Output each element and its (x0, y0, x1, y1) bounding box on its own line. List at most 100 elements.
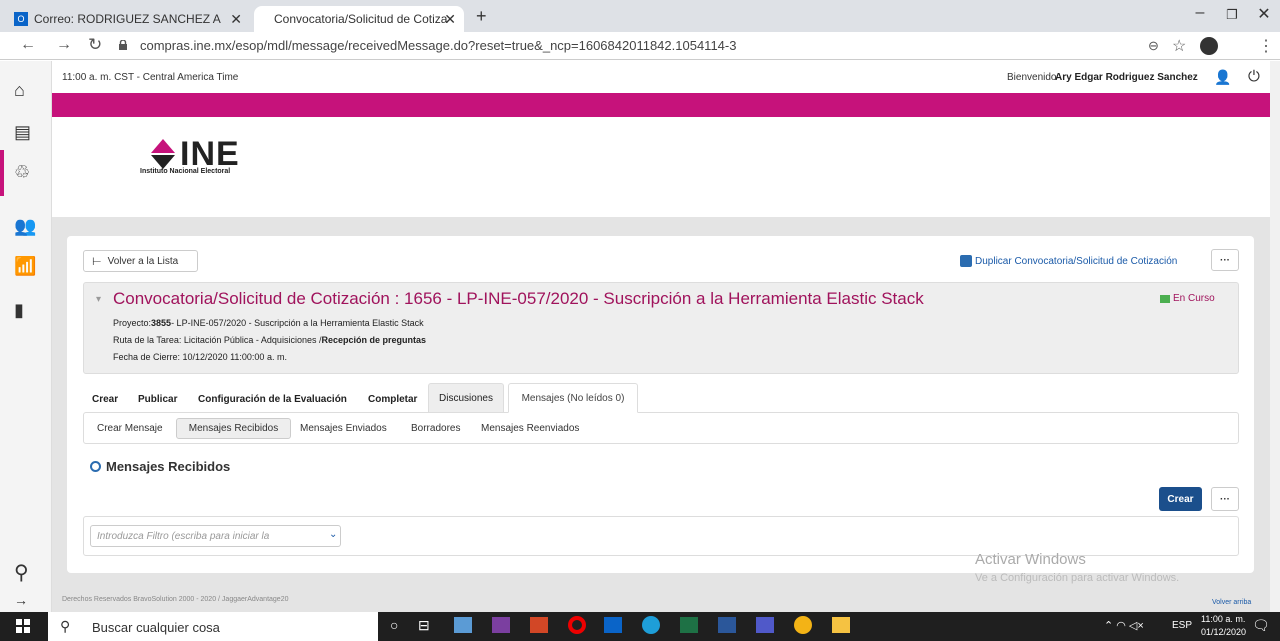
tab-publicar[interactable]: Publicar (138, 386, 177, 412)
back-to-list-label: Volver a la Lista (107, 255, 179, 267)
subnav-borradores[interactable]: Borradores (411, 423, 460, 434)
powerpoint-icon[interactable] (530, 617, 548, 633)
section-icon (90, 461, 101, 472)
subnav-mensajes-recibidos[interactable]: Mensajes Recibidos (176, 418, 291, 439)
tab-mail-label: Correo: RODRIGUEZ SANCHEZ A (34, 12, 221, 26)
project-line: Proyecto:3855- LP-INE-057/2020 - Suscrip… (113, 318, 424, 328)
opera-icon[interactable] (568, 616, 586, 634)
subnav-mensajes-enviados[interactable]: Mensajes Enviados (300, 423, 387, 434)
logo-subtitle: Instituto Nacional Electoral (140, 168, 231, 175)
star-icon[interactable]: ☆ (1172, 36, 1186, 56)
project-name: - LP-INE-057/2020 - Suscripción a la Her… (171, 318, 424, 328)
onenote-icon[interactable] (492, 617, 510, 633)
teams-icon[interactable] (756, 617, 774, 633)
power-icon[interactable]: ⏻ (1248, 68, 1260, 85)
clock-date[interactable]: 01/12/2020 (1201, 627, 1246, 637)
reload-icon[interactable]: ↻ (88, 35, 102, 55)
filter-placeholder: Introduzca Filtro (escriba para iniciar … (97, 531, 270, 542)
language-indicator[interactable]: ESP (1172, 620, 1192, 631)
profile-icon[interactable] (1200, 37, 1218, 55)
route-stage: Recepción de preguntas (321, 335, 426, 345)
dashboard-icon[interactable]: ▤ (14, 122, 31, 143)
search-icon: ⚲ (60, 618, 71, 634)
sourcing-icon[interactable]: ♲ (14, 162, 30, 183)
section-more-button[interactable]: ··· (1211, 487, 1239, 511)
filter-input[interactable]: Introduzca Filtro (escriba para iniciar … (90, 525, 341, 547)
back-icon[interactable]: ← (20, 36, 36, 54)
tab-crear[interactable]: Crear (92, 386, 118, 412)
route-label: Ruta de la Tarea: Licitación Pública - A… (113, 335, 322, 345)
project-label: Proyecto: (113, 318, 152, 328)
tab-configuracion[interactable]: Configuración de la Evaluación (198, 386, 347, 412)
edge-icon[interactable] (642, 616, 660, 634)
analytics-icon[interactable]: 📶 (14, 256, 36, 277)
duplicate-label: Duplicar Convocatoria/Solicitud de Cotiz… (975, 255, 1178, 267)
taskbar-search-placeholder: Buscar cualquier cosa (92, 620, 220, 635)
closing-date: Fecha de Cierre: 10/12/2020 11:00:00 a. … (113, 352, 287, 362)
notifications-icon[interactable]: 🗨 (1252, 617, 1270, 634)
subnav-mensajes-reenviados[interactable]: Mensajes Reenviados (481, 423, 579, 434)
tab-mensajes[interactable]: Mensajes (No leídos 0) (508, 383, 638, 413)
duplicate-icon (960, 255, 972, 267)
status-badge: En Curso (1173, 293, 1215, 304)
search-icon[interactable]: ⚲ (14, 560, 29, 585)
page-scrollbar[interactable] (1270, 61, 1280, 612)
lock-icon (118, 39, 128, 50)
user-name[interactable]: Ary Edgar Rodriguez Sanchez (1055, 72, 1198, 83)
suppliers-icon[interactable]: 👥 (14, 216, 36, 237)
close-window-icon[interactable]: ✕ (1244, 4, 1280, 24)
timezone-label: 11:00 a. m. CST - Central America Time (62, 72, 239, 83)
zoom-icon[interactable]: ⊖ (1148, 38, 1159, 54)
excel-icon[interactable] (680, 617, 698, 633)
project-id[interactable]: 3855 (151, 318, 171, 328)
tab-mail[interactable]: O Correo: RODRIGUEZ SANCHEZ A ✕ (6, 6, 250, 32)
expand-arrow-icon[interactable]: → (14, 592, 28, 608)
top-info-bar: 11:00 a. m. CST - Central America Time B… (52, 61, 1270, 93)
create-button[interactable]: Crear (1159, 487, 1202, 511)
taskbar-search[interactable]: ⚲ Buscar cualquier cosa (48, 612, 378, 641)
url-input[interactable]: compras.ine.mx/esop/mdl/message/received… (140, 38, 736, 53)
left-icon-sidebar (0, 61, 52, 612)
back-arrow-icon: ⊢ (92, 255, 102, 268)
duplicate-link[interactable]: Duplicar Convocatoria/Solicitud de Cotiz… (960, 255, 1177, 267)
back-to-list-button[interactable]: ⊢ Volver a la Lista (83, 250, 198, 272)
menu-dots-icon[interactable]: ⋮ (1258, 36, 1274, 56)
documents-icon[interactable]: ▮ (14, 300, 24, 321)
chrome-icon[interactable] (794, 616, 812, 634)
tab-discusiones[interactable]: Discusiones (428, 383, 504, 412)
store-icon[interactable] (454, 617, 472, 633)
file-explorer-icon[interactable] (832, 617, 850, 633)
close-icon[interactable]: ✕ (444, 11, 456, 28)
collapse-icon[interactable]: ▾ (96, 294, 101, 305)
home-icon[interactable]: ⌂ (14, 80, 25, 101)
new-tab-icon[interactable]: + (476, 6, 487, 27)
back-to-top-link[interactable]: Volver arriba (1212, 599, 1251, 606)
outlook-icon: O (14, 12, 28, 26)
brand-bar (52, 93, 1270, 117)
tab-convocatoria[interactable]: Convocatoria/Solicitud de Cotiza ✕ (254, 6, 464, 32)
word-icon[interactable] (718, 617, 736, 633)
activation-watermark-title: Activar Windows (975, 551, 1086, 568)
close-icon[interactable]: ✕ (230, 11, 242, 28)
chevron-down-icon[interactable]: ⌄ (329, 529, 337, 540)
page-title: Convocatoria/Solicitud de Cotización : 1… (113, 289, 924, 308)
tray-icons[interactable]: ⌃ ◠ ◁× (1104, 619, 1144, 632)
mail-icon[interactable] (604, 617, 622, 633)
activation-watermark-text: Ve a Configuración para activar Windows. (975, 572, 1180, 584)
windows-start-icon[interactable] (16, 619, 30, 633)
active-indicator (0, 150, 4, 196)
task-view-icon[interactable]: ⊟ (418, 617, 430, 634)
logo-area: INE Instituto Nacional Electoral (52, 117, 1270, 217)
section-title: Mensajes Recibidos (106, 459, 231, 474)
tab-completar[interactable]: Completar (368, 386, 417, 412)
user-icon[interactable]: 👤 (1214, 69, 1231, 86)
subnav-crear-mensaje[interactable]: Crear Mensaje (97, 423, 163, 434)
footer-copyright: Derechos Reservados BravoSolution 2000 -… (62, 596, 289, 603)
welcome-label: Bienvenido (1007, 72, 1057, 83)
forward-icon[interactable]: → (56, 36, 72, 54)
route-line: Ruta de la Tarea: Licitación Pública - A… (113, 335, 426, 345)
more-actions-button[interactable]: ··· (1211, 249, 1239, 271)
clock-time[interactable]: 11:00 a. m. (1201, 614, 1245, 624)
tab-convocatoria-label: Convocatoria/Solicitud de Cotiza (274, 12, 448, 26)
cortana-icon[interactable]: ○ (390, 617, 398, 633)
